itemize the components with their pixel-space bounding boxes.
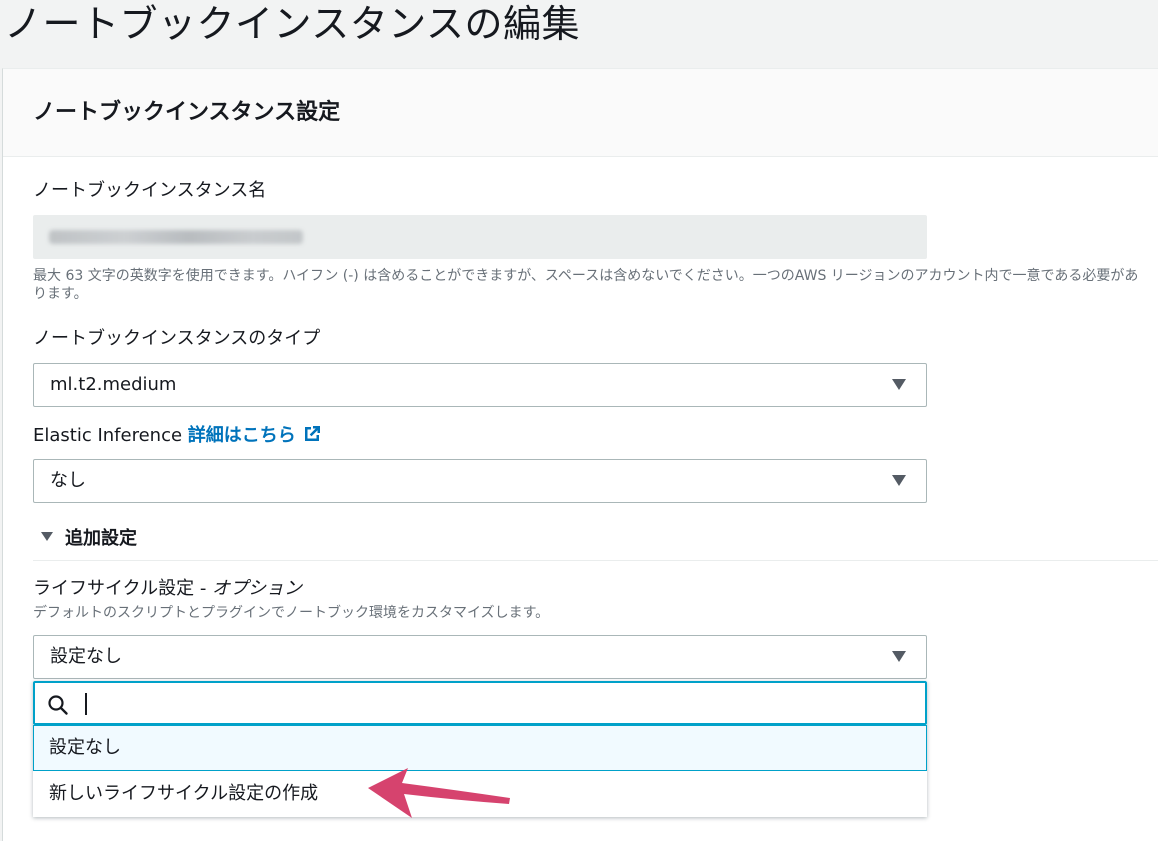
redacted-instance-name [49,230,303,244]
page-title: ノートブックインスタンスの編集 [4,2,580,46]
divider [33,560,1158,561]
expand-caret-icon [41,532,53,541]
elastic-inference-select[interactable]: なし [33,459,927,503]
lifecycle-search-box[interactable] [33,681,927,725]
elastic-inference-label: Elastic Inference 詳細はこちら [33,424,322,448]
lifecycle-value: 設定なし [50,646,122,667]
lifecycle-label-text: ライフサイクル設定 - [33,578,213,599]
lifecycle-label: ライフサイクル設定 - オプション [33,577,302,601]
additional-settings-label: 追加設定 [65,528,137,549]
instance-type-value: ml.t2.medium [50,374,177,395]
external-link-icon [304,426,320,441]
elastic-inference-text: Elastic Inference [33,425,183,446]
instance-settings-panel: ノートブックインスタンス設定 ノートブックインスタンス名 最大 63 文字の英数… [2,68,1158,841]
panel-header: ノートブックインスタンス設定 [3,69,1158,157]
elastic-inference-value: なし [50,470,86,491]
caret-down-icon [892,475,906,486]
instance-name-label: ノートブックインスタンス名 [33,180,267,201]
lifecycle-select[interactable]: 設定なし [33,635,927,679]
lifecycle-description: デフォルトのスクリプトとプラグインでノートブック環境をカスタマイズします。 [33,605,550,621]
caret-down-icon [892,651,906,662]
search-icon [48,695,68,715]
lifecycle-search-input[interactable] [89,687,889,719]
instance-name-hint: 最大 63 文字の英数字を使用できます。ハイフン (-) は含めることができます… [33,268,1139,302]
panel-title: ノートブックインスタンス設定 [33,100,341,125]
lifecycle-optional-text: オプション [212,578,303,599]
instance-type-select[interactable]: ml.t2.medium [33,363,927,407]
additional-settings-toggle[interactable]: 追加設定 [41,527,137,551]
learn-more-text: 詳細はこちら [187,425,296,446]
caret-down-icon [892,379,906,390]
annotation-arrow [368,768,510,818]
instance-name-field [33,215,927,259]
instance-type-label: ノートブックインスタンスのタイプ [33,328,321,349]
text-cursor [85,693,87,715]
learn-more-link[interactable]: 詳細はこちら [188,425,322,446]
